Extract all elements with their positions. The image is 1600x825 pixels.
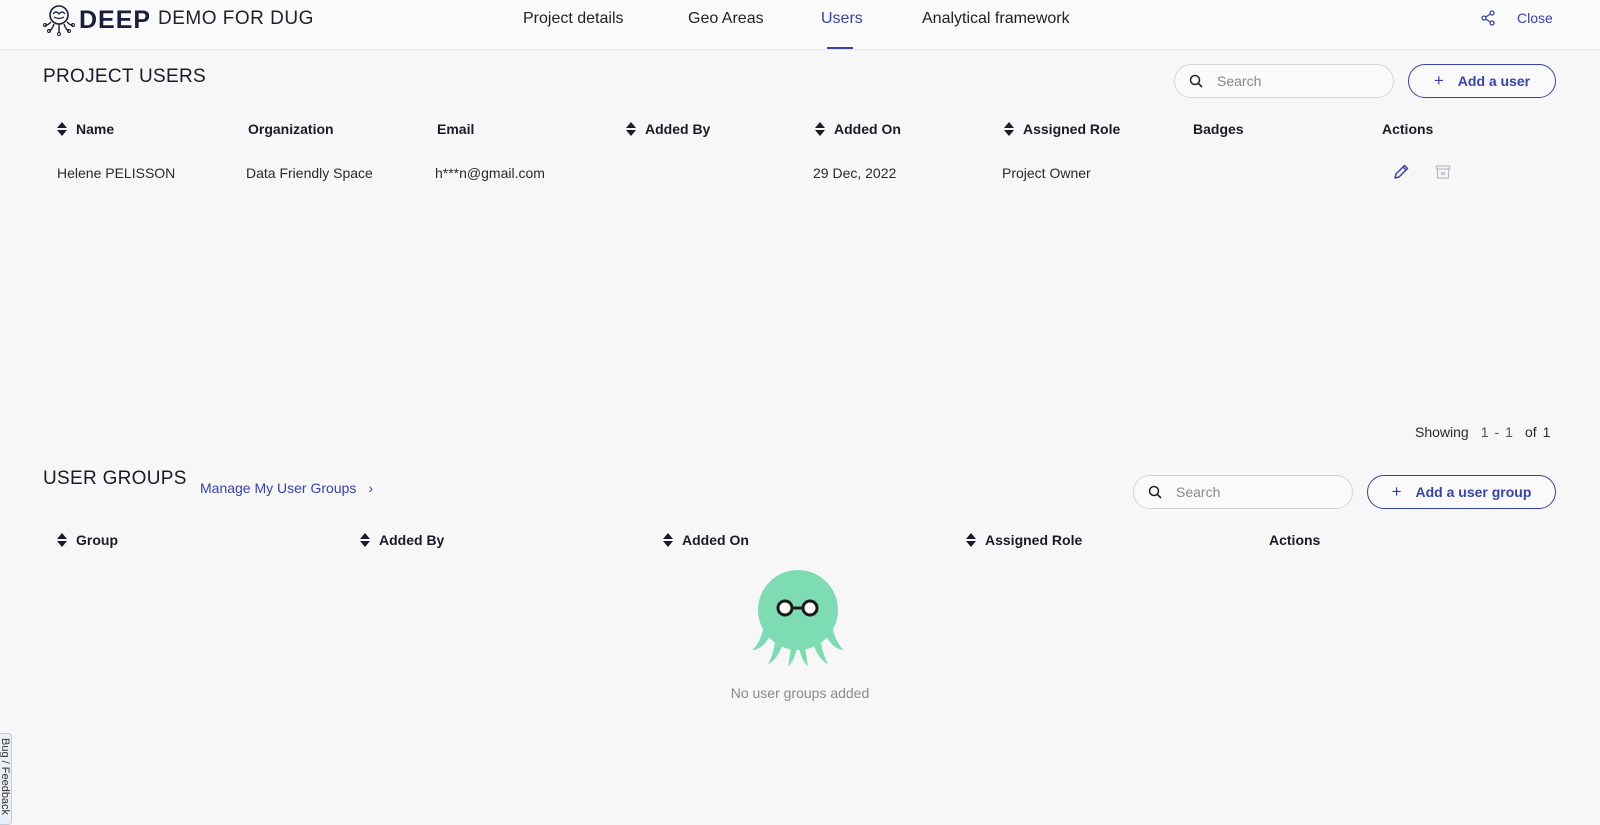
column-label: Added By: [379, 532, 445, 548]
cell-email: h***n@gmail.com: [435, 165, 545, 181]
share-icon[interactable]: [1480, 10, 1496, 26]
column-label: Badges: [1193, 121, 1244, 137]
cell-name: Helene PELISSON: [57, 165, 176, 181]
column-label: Added On: [834, 121, 901, 137]
column-label: Actions: [1382, 121, 1434, 137]
bug-feedback-tab[interactable]: Bug / Feedback: [0, 733, 12, 825]
sort-icon: [626, 122, 636, 136]
tab-geo-areas[interactable]: Geo Areas: [688, 10, 764, 28]
user-groups-search-input[interactable]: [1176, 484, 1316, 500]
pager-of-label: of: [1524, 424, 1537, 440]
column-header-actions: Actions: [1269, 532, 1320, 548]
pager-total: 1: [1542, 424, 1551, 440]
column-label: Assigned Role: [1023, 121, 1121, 137]
plus-icon: +: [1433, 71, 1444, 90]
column-header-added-on[interactable]: Added On: [663, 532, 749, 548]
column-label: Name: [76, 121, 115, 137]
pager-label: Showing: [1415, 424, 1469, 440]
project-users-search[interactable]: [1174, 64, 1394, 98]
column-header-added-on[interactable]: Added On: [815, 121, 901, 137]
column-header-name[interactable]: Name: [57, 121, 114, 137]
tab-project-details[interactable]: Project details: [523, 10, 624, 28]
sort-icon: [663, 533, 673, 547]
delete-archive-icon[interactable]: [1434, 163, 1452, 181]
column-label: Actions: [1269, 532, 1321, 548]
search-icon: [1148, 485, 1162, 499]
project-users-title: PROJECT USERS: [43, 66, 206, 87]
octopus-mascot-icon: [752, 570, 844, 666]
project-users-search-input[interactable]: [1217, 73, 1357, 89]
column-label: Group: [76, 532, 118, 548]
pagination-info: Showing 1 - 1 of 1: [1415, 424, 1550, 440]
column-label: Added By: [645, 121, 711, 137]
sort-icon: [815, 122, 825, 136]
column-header-assigned-role[interactable]: Assigned Role: [1004, 121, 1120, 137]
tab-users[interactable]: Users: [821, 10, 863, 28]
column-label: Organization: [248, 121, 334, 137]
column-header-organization: Organization: [248, 121, 334, 137]
active-tab-indicator: [827, 47, 853, 49]
cell-added-on: 29 Dec, 2022: [813, 165, 897, 181]
deep-logo[interactable]: DEEP: [41, 2, 151, 38]
column-label: Added On: [682, 532, 749, 548]
column-header-group[interactable]: Group: [57, 532, 118, 548]
pager-to: 1: [1505, 424, 1513, 440]
column-header-email: Email: [437, 121, 474, 137]
chevron-right-icon: ›: [368, 480, 374, 496]
column-header-assigned-role[interactable]: Assigned Role: [966, 532, 1082, 548]
column-header-badges: Badges: [1193, 121, 1244, 137]
pager-separator: -: [1494, 424, 1500, 440]
user-groups-search[interactable]: [1133, 475, 1353, 509]
empty-state-message: No user groups added: [730, 685, 870, 701]
logo-text: DEEP: [79, 5, 152, 34]
manage-user-groups-link[interactable]: Manage My User Groups ›: [200, 480, 373, 496]
manage-user-groups-label: Manage My User Groups: [200, 480, 357, 496]
column-header-added-by[interactable]: Added By: [626, 121, 710, 137]
pager-from: 1: [1480, 424, 1489, 440]
sort-icon: [966, 533, 976, 547]
add-user-button[interactable]: + Add a user: [1408, 64, 1556, 98]
edit-pencil-icon[interactable]: [1392, 163, 1410, 181]
cell-assigned-role: Project Owner: [1002, 165, 1091, 181]
column-header-actions: Actions: [1382, 121, 1433, 137]
tab-analytical-framework[interactable]: Analytical framework: [922, 10, 1070, 28]
project-title: DEMO FOR DUG: [158, 8, 314, 29]
top-navigation-bar: DEEP DEMO FOR DUG Project details Geo Ar…: [0, 0, 1600, 50]
column-label: Email: [437, 121, 475, 137]
user-groups-title: USER GROUPS: [43, 468, 187, 489]
sort-icon: [57, 533, 67, 547]
sort-icon: [360, 533, 370, 547]
sort-icon: [1004, 122, 1014, 136]
add-user-group-button-label: Add a user group: [1415, 484, 1532, 500]
column-label: Assigned Role: [985, 532, 1083, 548]
plus-icon: +: [1391, 482, 1402, 501]
octopus-brain-logo-icon: [43, 5, 75, 36]
bug-feedback-label: Bug / Feedback: [0, 738, 11, 816]
search-icon: [1189, 74, 1203, 88]
close-link[interactable]: Close: [1517, 10, 1553, 26]
sort-icon: [57, 122, 67, 136]
column-header-added-by[interactable]: Added By: [360, 532, 444, 548]
add-user-button-label: Add a user: [1457, 73, 1531, 89]
add-user-group-button[interactable]: + Add a user group: [1367, 475, 1556, 509]
cell-organization: Data Friendly Space: [246, 165, 373, 181]
